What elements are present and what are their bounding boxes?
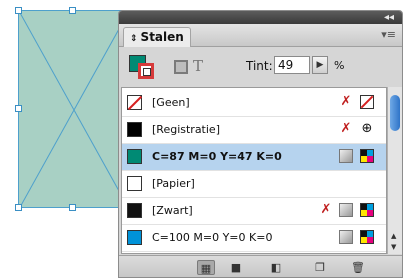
no-edit-icon: ✗ [340, 94, 352, 109]
process-color-icon [339, 203, 353, 217]
cmyk-mode-icon [360, 230, 374, 244]
swatch-chip [127, 149, 142, 164]
swatch-name: [Registratie] [152, 123, 220, 136]
list-item[interactable]: [Registratie] ✗ ⊕ [122, 117, 386, 144]
show-gradient-swatches-button[interactable]: ◧ [267, 260, 285, 275]
list-item[interactable]: C=87 M=0 Y=47 K=0 [122, 144, 386, 171]
fill-stroke-icon[interactable] [129, 55, 155, 79]
tab-stalen[interactable]: ⇕ Stalen [123, 27, 191, 47]
process-color-icon [339, 149, 353, 163]
none-swatch-icon [360, 95, 374, 109]
formatting-container-icon[interactable] [174, 60, 188, 74]
list-item[interactable]: [Papier] [122, 171, 386, 198]
no-edit-icon: ✗ [340, 121, 352, 136]
process-color-icon [339, 230, 353, 244]
list-item[interactable]: [Zwart] ✗ [122, 198, 386, 225]
resize-handle[interactable] [15, 7, 22, 14]
resize-handle[interactable] [15, 204, 22, 211]
swatch-chip [127, 176, 142, 191]
swatch-toolbar: T Tint: 49 ▶ % [119, 47, 402, 87]
swatch-name: C=100 M=0 Y=0 K=0 [152, 231, 273, 244]
tab-label: Stalen [140, 30, 184, 44]
swatch-chip [127, 122, 142, 137]
formatting-text-icon[interactable]: T [193, 57, 203, 75]
show-all-swatches-button[interactable]: ▦ [197, 260, 215, 275]
panel-titlebar[interactable]: ◂◂ [119, 11, 402, 24]
swatch-list: [Geen] ✗ [Registratie] ✗ ⊕ C=87 M=0 Y=47 K=0 [… [121, 87, 387, 254]
tint-input[interactable]: 49 [274, 56, 310, 74]
tab-arrows-icon: ⇕ [130, 34, 138, 44]
new-swatch-button[interactable]: ❐ [311, 260, 329, 275]
resize-handle[interactable] [15, 105, 22, 112]
scroll-down-icon[interactable]: ▼ [391, 243, 396, 251]
panel-menu-icon[interactable]: ▾≡ [381, 28, 396, 41]
resize-handle[interactable] [69, 7, 76, 14]
swatch-list-scrollbar[interactable]: ▲ ▼ [387, 87, 402, 254]
selected-rectangle-frame[interactable] [18, 10, 129, 209]
list-item[interactable]: C=100 M=0 Y=0 K=0 [122, 225, 386, 252]
tint-unit: % [334, 59, 345, 72]
swatches-panel: ◂◂ ⇕ Stalen ▾≡ T Tint: 49 ▶ % [Geen] ✗ [Reg… [118, 10, 403, 278]
empty-frame-cross [19, 11, 129, 209]
swatch-chip [127, 203, 142, 218]
swatch-name: C=87 M=0 Y=47 K=0 [152, 150, 282, 163]
show-color-swatches-button[interactable]: ■ [227, 260, 245, 275]
cmyk-mode-icon [360, 203, 374, 217]
panel-tabbar: ⇕ Stalen ▾≡ [119, 24, 402, 47]
tint-label: Tint: [246, 59, 273, 73]
swatch-name: [Papier] [152, 177, 195, 190]
swatch-chip [127, 95, 142, 110]
swatch-name: [Geen] [152, 96, 190, 109]
scroll-thumb[interactable] [390, 95, 400, 131]
resize-handle[interactable] [69, 204, 76, 211]
scroll-up-icon[interactable]: ▲ [391, 232, 396, 240]
swatch-chip [127, 230, 142, 245]
tint-slider-button[interactable]: ▶ [312, 56, 328, 74]
delete-swatch-button[interactable]: 🗑 [349, 260, 367, 275]
cmyk-mode-icon [360, 149, 374, 163]
panel-bottom-bar: ▦ ■ ◧ ❐ 🗑 [119, 255, 402, 277]
no-edit-icon: ✗ [320, 202, 332, 217]
registration-mark-icon: ⊕ [361, 121, 373, 136]
swatch-name: [Zwart] [152, 204, 193, 217]
collapse-icon[interactable]: ◂◂ [384, 11, 394, 24]
list-item[interactable]: [Geen] ✗ [122, 90, 386, 117]
